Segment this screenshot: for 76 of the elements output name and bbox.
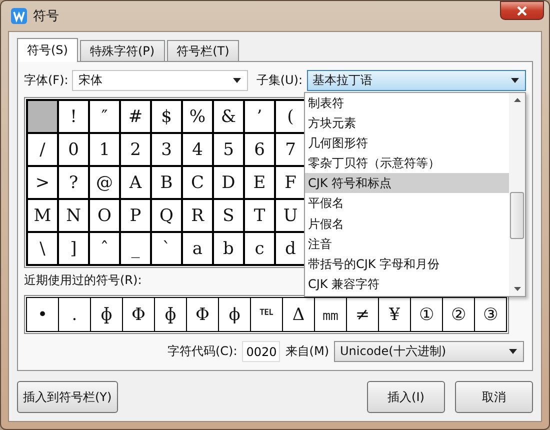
symbol-cell[interactable]: # [121,101,152,134]
symbol-cell[interactable]: D [214,167,245,200]
caret-icon [509,349,517,354]
symbol-cell[interactable]: b [214,233,245,266]
tab[interactable]: 符号(S) [17,38,78,62]
subset-option[interactable]: 平假名 [305,193,509,214]
tab[interactable]: 符号栏(T) [166,40,240,61]
caret-icon [233,78,242,82]
close-icon [516,6,528,16]
font-label: 字体(F): [24,72,68,88]
subset-dropdown[interactable]: 基本拉丁语 [306,70,526,90]
symbol-cell[interactable]: E [245,167,276,200]
subset-option[interactable]: 带括号的CJK 字母和月份 [305,254,509,274]
symbol-cell[interactable]: Q [152,200,183,233]
symbol-cell[interactable]: _ [121,233,152,266]
symbol-cell[interactable]: % [183,101,214,134]
symbol-cell[interactable]: 6 [245,134,276,167]
recent-symbols-label: 近期使用过的符号(R): [24,272,142,289]
symbol-cell[interactable]: R [183,200,214,233]
app-logo-icon [11,8,27,24]
close-button[interactable] [500,1,544,20]
scrollbar-thumb[interactable] [510,192,524,239]
subset-option[interactable]: 几何图形符 [305,133,509,154]
symbol-cell[interactable]: P [121,200,152,233]
subset-option[interactable]: CJK 兼容字符 [305,274,509,294]
subset-option[interactable]: 片假名 [305,214,509,234]
source-label: 来自(M) [285,343,329,360]
symbol-cell[interactable]: N [59,200,90,233]
symbol-cell[interactable]: & [214,101,245,134]
caret-icon [510,78,519,82]
symbol-cell[interactable]: 4 [183,134,214,167]
font-dropdown[interactable]: 宋体 [72,70,248,90]
subset-option[interactable]: CJK 符号和标点 [305,173,509,194]
symbol-cell[interactable]: 2 [121,134,152,167]
tab[interactable]: 特殊字符(P) [80,40,165,61]
dialog-button[interactable]: 插入(I) [367,381,445,413]
symbol-cell[interactable]: ˆ [90,233,121,266]
symbol-cell[interactable]: ] [59,233,90,266]
symbol-cell[interactable]: > [28,167,59,200]
char-code-label: 字符代码(C): [167,343,238,360]
source-dropdown[interactable]: Unicode(十六进制) [334,341,524,362]
symbol-cell[interactable]: S [214,200,245,233]
symbol-cell[interactable]: ` [152,233,183,266]
char-code-field[interactable]: 0020 [242,341,280,362]
symbol-cell[interactable]: ″ [90,101,121,134]
symbol-cell[interactable]: c [245,233,276,266]
symbol-cell[interactable]: \ [28,233,59,266]
symbol-cell[interactable]: 0 [59,134,90,167]
symbol-cell[interactable]: C [183,167,214,200]
symbol-cell[interactable]: ’ [245,101,276,134]
subset-option[interactable]: 制表符 [305,93,509,114]
subset-label: 子集(U): [256,72,303,88]
symbol-cell[interactable]: M [28,200,59,233]
symbol-cell[interactable]: B [152,167,183,200]
window-title: 符号 [33,8,59,25]
dialog-button[interactable]: 取消 [455,381,533,413]
symbol-cell[interactable]: T [245,200,276,233]
dialog-button[interactable]: 插入到符号栏(Y) [17,381,118,413]
symbol-cell[interactable] [28,101,59,134]
symbol-cell[interactable]: 3 [152,134,183,167]
scroll-up-icon[interactable] [514,98,520,102]
symbol-cell[interactable]: A [121,167,152,200]
scroll-down-icon[interactable] [514,287,520,291]
symbol-cell[interactable]: @ [90,167,121,200]
symbol-cell[interactable]: 1 [90,134,121,167]
scrollbar[interactable] [509,93,525,296]
subset-option[interactable]: 注音 [305,234,509,254]
symbol-cell[interactable]: 5 [214,134,245,167]
symbol-cell[interactable]: ! [59,101,90,134]
symbol-cell[interactable]: / [28,134,59,167]
symbol-cell[interactable]: O [90,200,121,233]
symbol-cell[interactable]: $ [152,101,183,134]
symbol-cell[interactable]: ? [59,167,90,200]
subset-option[interactable]: 零杂丁贝符（示意符等） [305,153,509,174]
subset-option[interactable]: 方块元素 [305,113,509,134]
symbol-cell[interactable]: a [183,233,214,266]
